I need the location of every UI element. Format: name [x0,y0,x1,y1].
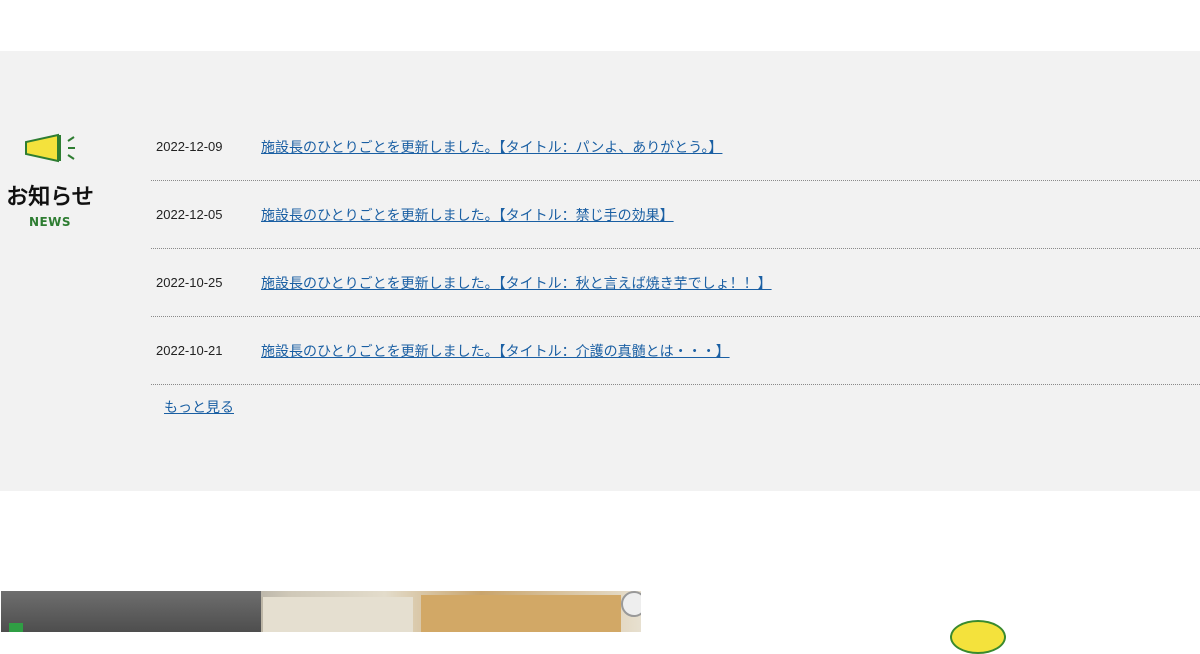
photo-shelf [421,595,621,632]
facility-photo [1,591,641,632]
news-date: 2022-12-09 [156,139,223,154]
photo-cabinet [261,597,413,632]
news-link[interactable]: 施設長のひとりごとを更新しました。【タイトル：秋と言えば焼き芋でしょ！！】 [261,273,772,293]
news-item: 2022-12-09 施設長のひとりごとを更新しました。【タイトル：パンよ、あり… [151,113,1200,181]
news-heading-subtitle: NEWS [28,215,72,229]
news-link[interactable]: 施設長のひとりごとを更新しました。【タイトル：介護の真髄とは・・・】 [261,341,730,361]
news-link[interactable]: 施設長のひとりごとを更新しました。【タイトル：禁じ手の効果】 [261,205,674,225]
decorative-circle [950,620,1006,654]
news-item: 2022-10-21 施設長のひとりごとを更新しました。【タイトル：介護の真髄と… [151,317,1200,385]
photo-ceiling [1,591,261,632]
news-date: 2022-10-25 [156,275,223,290]
exit-sign [9,623,23,632]
news-heading: お知らせ NEWS [0,131,100,229]
news-item: 2022-10-25 施設長のひとりごとを更新しました。【タイトル：秋と言えば焼… [151,249,1200,317]
news-list: 2022-12-09 施設長のひとりごとを更新しました。【タイトル：パンよ、あり… [151,113,1200,385]
news-date: 2022-12-05 [156,207,223,222]
news-item: 2022-12-05 施設長のひとりごとを更新しました。【タイトル：禁じ手の効果… [151,181,1200,249]
news-date: 2022-10-21 [156,343,223,358]
clock-icon [621,591,641,617]
news-section: お知らせ NEWS 2022-12-09 施設長のひとりごとを更新しました。【タ… [0,51,1200,491]
news-heading-title: お知らせ [6,185,94,210]
news-link[interactable]: 施設長のひとりごとを更新しました。【タイトル：パンよ、ありがとう。】 [261,137,722,157]
megaphone-icon [25,133,75,163]
more-news-link[interactable]: もっと見る [164,397,234,417]
